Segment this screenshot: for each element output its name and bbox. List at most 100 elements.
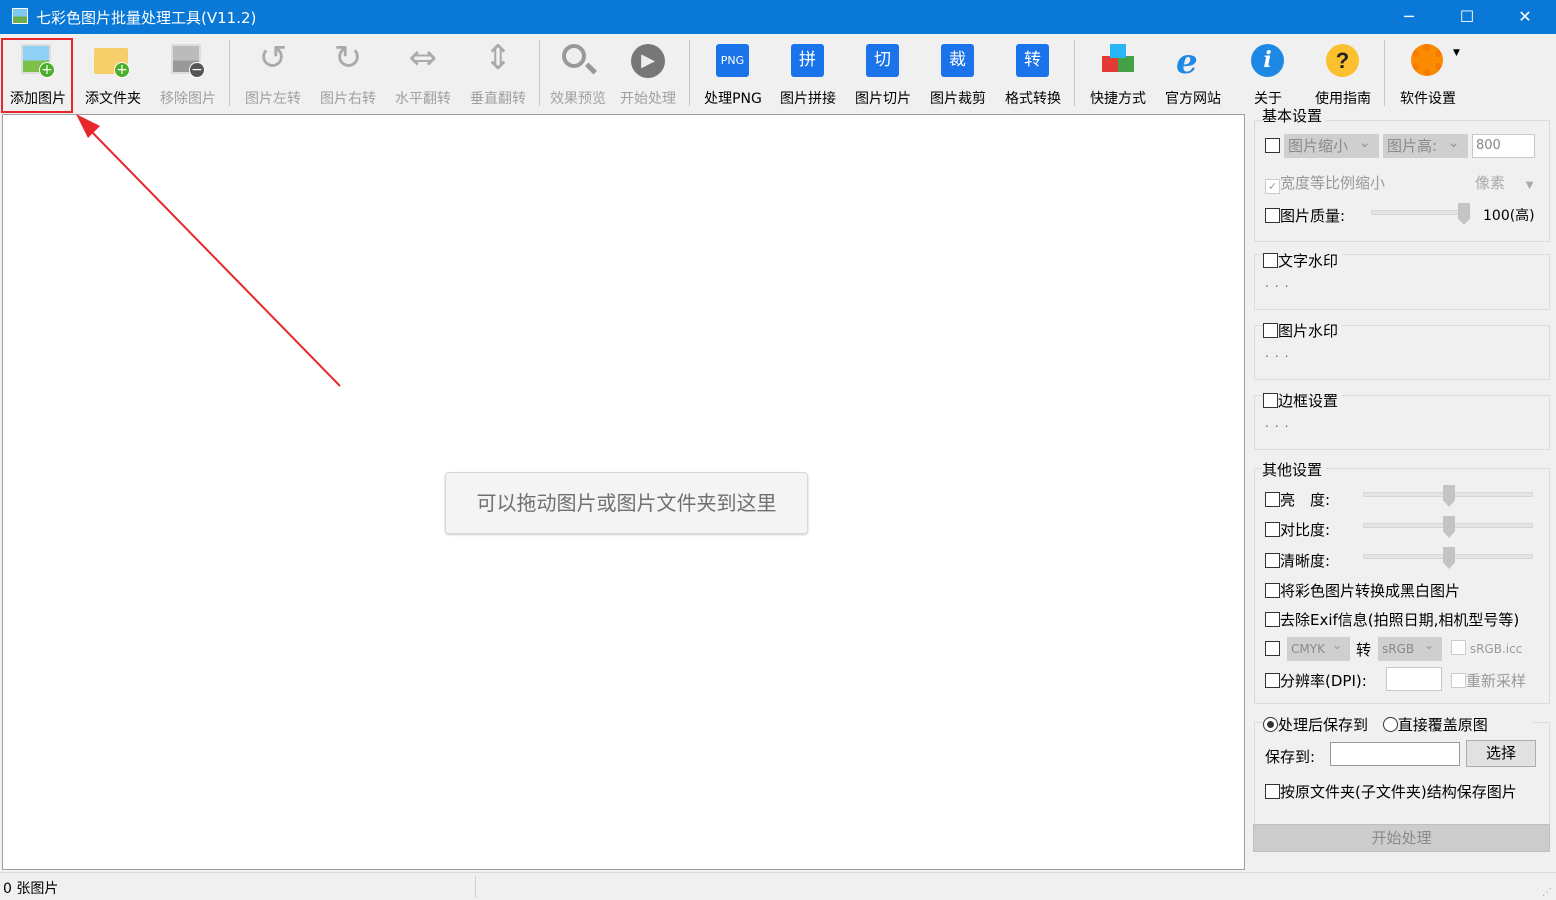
toolbar-button-shortcut[interactable]: 快捷方式: [1081, 38, 1155, 110]
crop-icon-glyph: 裁: [941, 44, 974, 77]
convert-icon-glyph: 转: [1016, 44, 1049, 77]
keep-ratio-label: 宽度等比例缩小: [1280, 174, 1386, 192]
toolbar-label-start: 开始处理: [620, 91, 676, 107]
unit-select[interactable]: 像素 ▼: [1475, 172, 1534, 193]
resample-label: 重新采样: [1466, 672, 1527, 690]
brightness-checkbox[interactable]: [1265, 492, 1280, 507]
overwrite-radio-label: 直接覆盖原图: [1397, 716, 1488, 734]
brightness-label: 亮 度:: [1280, 491, 1331, 509]
resample-checkbox[interactable]: [1451, 673, 1466, 688]
dpi-label: 分辨率(DPI):: [1280, 672, 1367, 690]
contrast-label: 对比度:: [1280, 521, 1331, 539]
toolbar-button-convert[interactable]: 转格式转换: [996, 38, 1070, 110]
png-icon-glyph: PNG: [716, 44, 749, 77]
save-to-radio[interactable]: [1263, 717, 1278, 732]
toolbar-button-help[interactable]: ? 使用指南: [1306, 38, 1380, 110]
play-icon: ▶: [629, 42, 667, 80]
image-count: 0 张图片: [3, 881, 59, 897]
flip-vertical-icon: ⇕: [483, 38, 513, 78]
minimize-button[interactable]: ─: [1380, 0, 1438, 34]
remove-exif-label: 去除Exif信息(拍照日期,相机型号等): [1280, 611, 1520, 629]
quality-checkbox[interactable]: [1265, 208, 1280, 223]
annotation-arrow: [76, 114, 341, 387]
toolbar-button-crop[interactable]: 裁图片裁剪: [921, 38, 995, 110]
toolbar-button-start[interactable]: ▶ 开始处理: [611, 38, 685, 110]
image-watermark-more[interactable]: ...: [1265, 346, 1294, 360]
save-to-label: 保存到:: [1265, 748, 1316, 766]
icc-checkbox[interactable]: [1451, 640, 1466, 655]
gear-icon: ▼: [1409, 42, 1460, 80]
dimension-select[interactable]: 图片高:: [1383, 130, 1468, 158]
dpi-checkbox[interactable]: [1265, 673, 1280, 688]
text-watermark-more[interactable]: ...: [1265, 276, 1294, 290]
toolbar-label-process-png: 处理PNG: [704, 91, 762, 107]
border-checkbox[interactable]: [1263, 393, 1278, 408]
sharpness-label: 清晰度:: [1280, 552, 1331, 570]
resize-grip-icon[interactable]: ⋰: [1542, 887, 1552, 898]
toolbar-button-about[interactable]: i 关于: [1231, 38, 1305, 110]
basic-settings-title: 基本设置: [1262, 105, 1327, 126]
overwrite-radio[interactable]: [1382, 717, 1398, 732]
sharpness-checkbox[interactable]: [1265, 553, 1280, 568]
save-path-input[interactable]: [1330, 742, 1460, 766]
toolbar-label-flip-vertical: 垂直翻转: [470, 91, 526, 107]
stitch-icon-glyph: 拼: [791, 44, 824, 77]
toolbar-button-slice[interactable]: 切图片切片: [846, 38, 920, 110]
toolbar-button-stitch[interactable]: 拼图片拼接: [771, 38, 845, 110]
png-icon: PNG: [714, 42, 752, 80]
toolbar-label-crop: 图片裁剪: [930, 91, 986, 107]
choose-button[interactable]: 选择: [1466, 740, 1536, 767]
border-title: 边框设置: [1278, 392, 1339, 410]
toolbar-button-process-png[interactable]: PNG 处理PNG: [696, 38, 770, 110]
crop-icon: 裁: [939, 42, 977, 80]
quality-label: 图片质量:: [1280, 207, 1346, 225]
flip-horizontal-icon: ⇔: [408, 38, 438, 78]
toolbar-button-settings[interactable]: ▼ 软件设置: [1391, 38, 1465, 110]
ie-icon: e: [1176, 42, 1198, 82]
grayscale-checkbox[interactable]: [1265, 583, 1280, 598]
resize-checkbox[interactable]: [1265, 138, 1280, 153]
info-icon: i: [1249, 42, 1287, 80]
keep-structure-label: 按原文件夹(子文件夹)结构保存图片: [1280, 783, 1517, 801]
toolbar-button-website[interactable]: e 官方网站: [1156, 38, 1230, 110]
keep-structure-checkbox[interactable]: [1265, 784, 1280, 799]
color-from-select[interactable]: CMYK: [1287, 633, 1350, 661]
toolbar-label-shortcut: 快捷方式: [1090, 91, 1146, 107]
quality-value: 100(高): [1483, 208, 1535, 224]
remove-exif-checkbox[interactable]: [1265, 612, 1280, 627]
quality-slider[interactable]: [1371, 210, 1466, 215]
magnifier-icon: [559, 42, 598, 80]
toolbar-label-slice: 图片切片: [855, 91, 911, 107]
grayscale-label: 将彩色图片转换成黑白图片: [1280, 582, 1461, 600]
text-watermark-checkbox[interactable]: [1263, 253, 1278, 268]
status-bar: 0 张图片 ⋰: [0, 872, 1556, 900]
toolbar-button-preview[interactable]: 效果预览: [541, 38, 615, 110]
toolbar-button-flip-vertical[interactable]: ⇕ 垂直翻转: [461, 38, 535, 110]
keep-ratio-checkbox[interactable]: ✓: [1265, 179, 1280, 194]
image-watermark-checkbox[interactable]: [1263, 323, 1278, 338]
drop-hint: 可以拖动图片或图片文件夹到这里: [445, 472, 808, 534]
contrast-checkbox[interactable]: [1265, 522, 1280, 537]
other-settings-title: 其他设置: [1262, 459, 1327, 480]
toolbar-label-convert: 格式转换: [1005, 91, 1061, 107]
stitch-icon: 拼: [789, 42, 827, 80]
dpi-input[interactable]: [1386, 667, 1442, 691]
toolbar-label-website: 官方网站: [1165, 91, 1221, 107]
color-to-select[interactable]: sRGB: [1378, 633, 1442, 661]
border-more[interactable]: ...: [1265, 416, 1294, 430]
icc-label: sRGB.icc: [1469, 642, 1523, 656]
slice-icon-glyph: 切: [866, 44, 899, 77]
slice-icon: 切: [864, 42, 902, 80]
help-icon: ?: [1324, 42, 1362, 80]
save-to-radio-label: 处理后保存到: [1278, 716, 1369, 734]
close-button[interactable]: ✕: [1496, 0, 1554, 34]
resize-mode-select[interactable]: 图片缩小: [1284, 130, 1379, 158]
toolbar-label-stitch: 图片拼接: [780, 91, 836, 107]
size-input[interactable]: 800: [1472, 134, 1535, 158]
start-process-button[interactable]: 开始处理: [1253, 824, 1550, 852]
maximize-button[interactable]: ☐: [1438, 0, 1496, 34]
save-group: [1254, 722, 1550, 826]
color-convert-checkbox[interactable]: [1265, 641, 1280, 656]
image-watermark-title: 图片水印: [1278, 322, 1339, 340]
text-watermark-title: 文字水印: [1278, 252, 1339, 270]
